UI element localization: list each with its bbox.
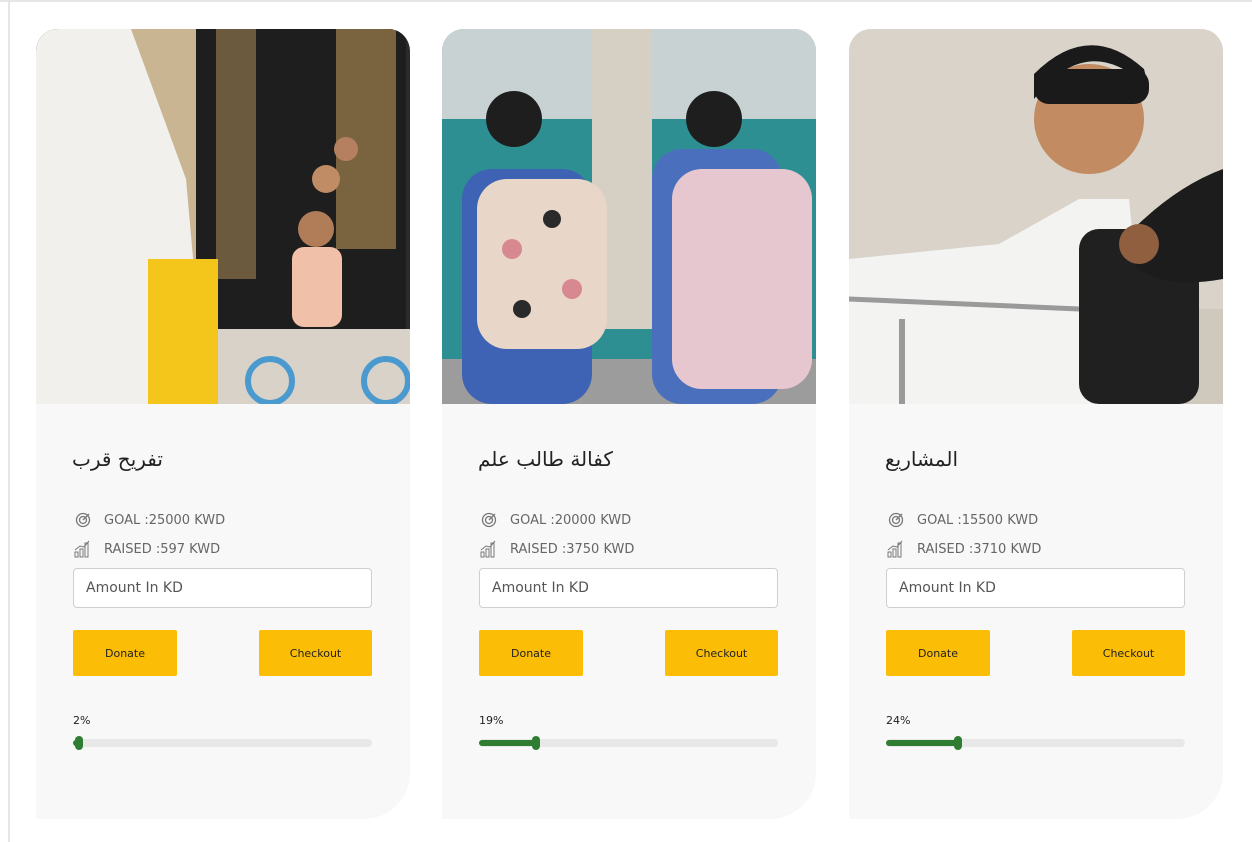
goal-row: GOAL :15500 KWD [885, 511, 1038, 529]
goal-text: GOAL :15500 KWD [917, 512, 1039, 528]
page-frame-top [0, 0, 1252, 6]
growth-chart-icon [885, 540, 907, 558]
growth-chart-icon [72, 540, 94, 558]
progress-track [886, 736, 1185, 750]
raised-row: RAISED :597 KWD [72, 540, 220, 558]
progress-percent: 19% [479, 714, 504, 727]
project-card: المشاريع GOAL :15500 KWD RAISED :3710 KW… [849, 29, 1223, 819]
raised-row: RAISED :3750 KWD [478, 540, 634, 558]
goal-text: GOAL :20000 KWD [510, 512, 632, 528]
boy-wheelchair-photo [849, 29, 1223, 404]
project-card: تفريح قرب GOAL :25000 KWD RAISED :597 KW… [36, 29, 410, 819]
project-card: كفالة طالب علم GOAL :20000 KWD RAISED :3… [442, 29, 816, 819]
progress-knob [531, 736, 540, 750]
amount-input[interactable] [73, 568, 372, 608]
progress-track [73, 736, 372, 750]
page-frame-left [8, 0, 10, 842]
progress-knob [953, 736, 962, 750]
target-icon [478, 511, 500, 529]
project-title: تفريح قرب [72, 447, 163, 471]
target-icon [885, 511, 907, 529]
raised-row: RAISED :3710 KWD [885, 540, 1041, 558]
donate-button[interactable]: Donate [886, 630, 990, 676]
progress-percent: 24% [886, 714, 911, 727]
project-title: المشاريع [885, 447, 959, 471]
amount-input[interactable] [479, 568, 778, 608]
raised-text: RAISED :597 KWD [104, 541, 221, 557]
progress-track [479, 736, 778, 750]
goal-row: GOAL :25000 KWD [72, 511, 225, 529]
raised-text: RAISED :3710 KWD [917, 541, 1042, 557]
project-title: كفالة طالب علم [478, 447, 613, 471]
progress-percent: 2% [73, 714, 91, 727]
raised-text: RAISED :3750 KWD [510, 541, 635, 557]
donate-button[interactable]: Donate [479, 630, 583, 676]
progress-knob [74, 736, 83, 750]
progress-fill [886, 740, 958, 746]
checkout-button[interactable]: Checkout [1072, 630, 1185, 676]
amount-input[interactable] [886, 568, 1185, 608]
growth-chart-icon [478, 540, 500, 558]
donate-button[interactable]: Donate [73, 630, 177, 676]
goal-row: GOAL :20000 KWD [478, 511, 631, 529]
goal-text: GOAL :25000 KWD [104, 512, 226, 528]
child-on-tricycle-photo [36, 29, 410, 404]
target-icon [72, 511, 94, 529]
checkout-button[interactable]: Checkout [259, 630, 372, 676]
progress-fill [479, 740, 536, 746]
checkout-button[interactable]: Checkout [665, 630, 778, 676]
schoolgirls-backpacks-photo [442, 29, 816, 404]
